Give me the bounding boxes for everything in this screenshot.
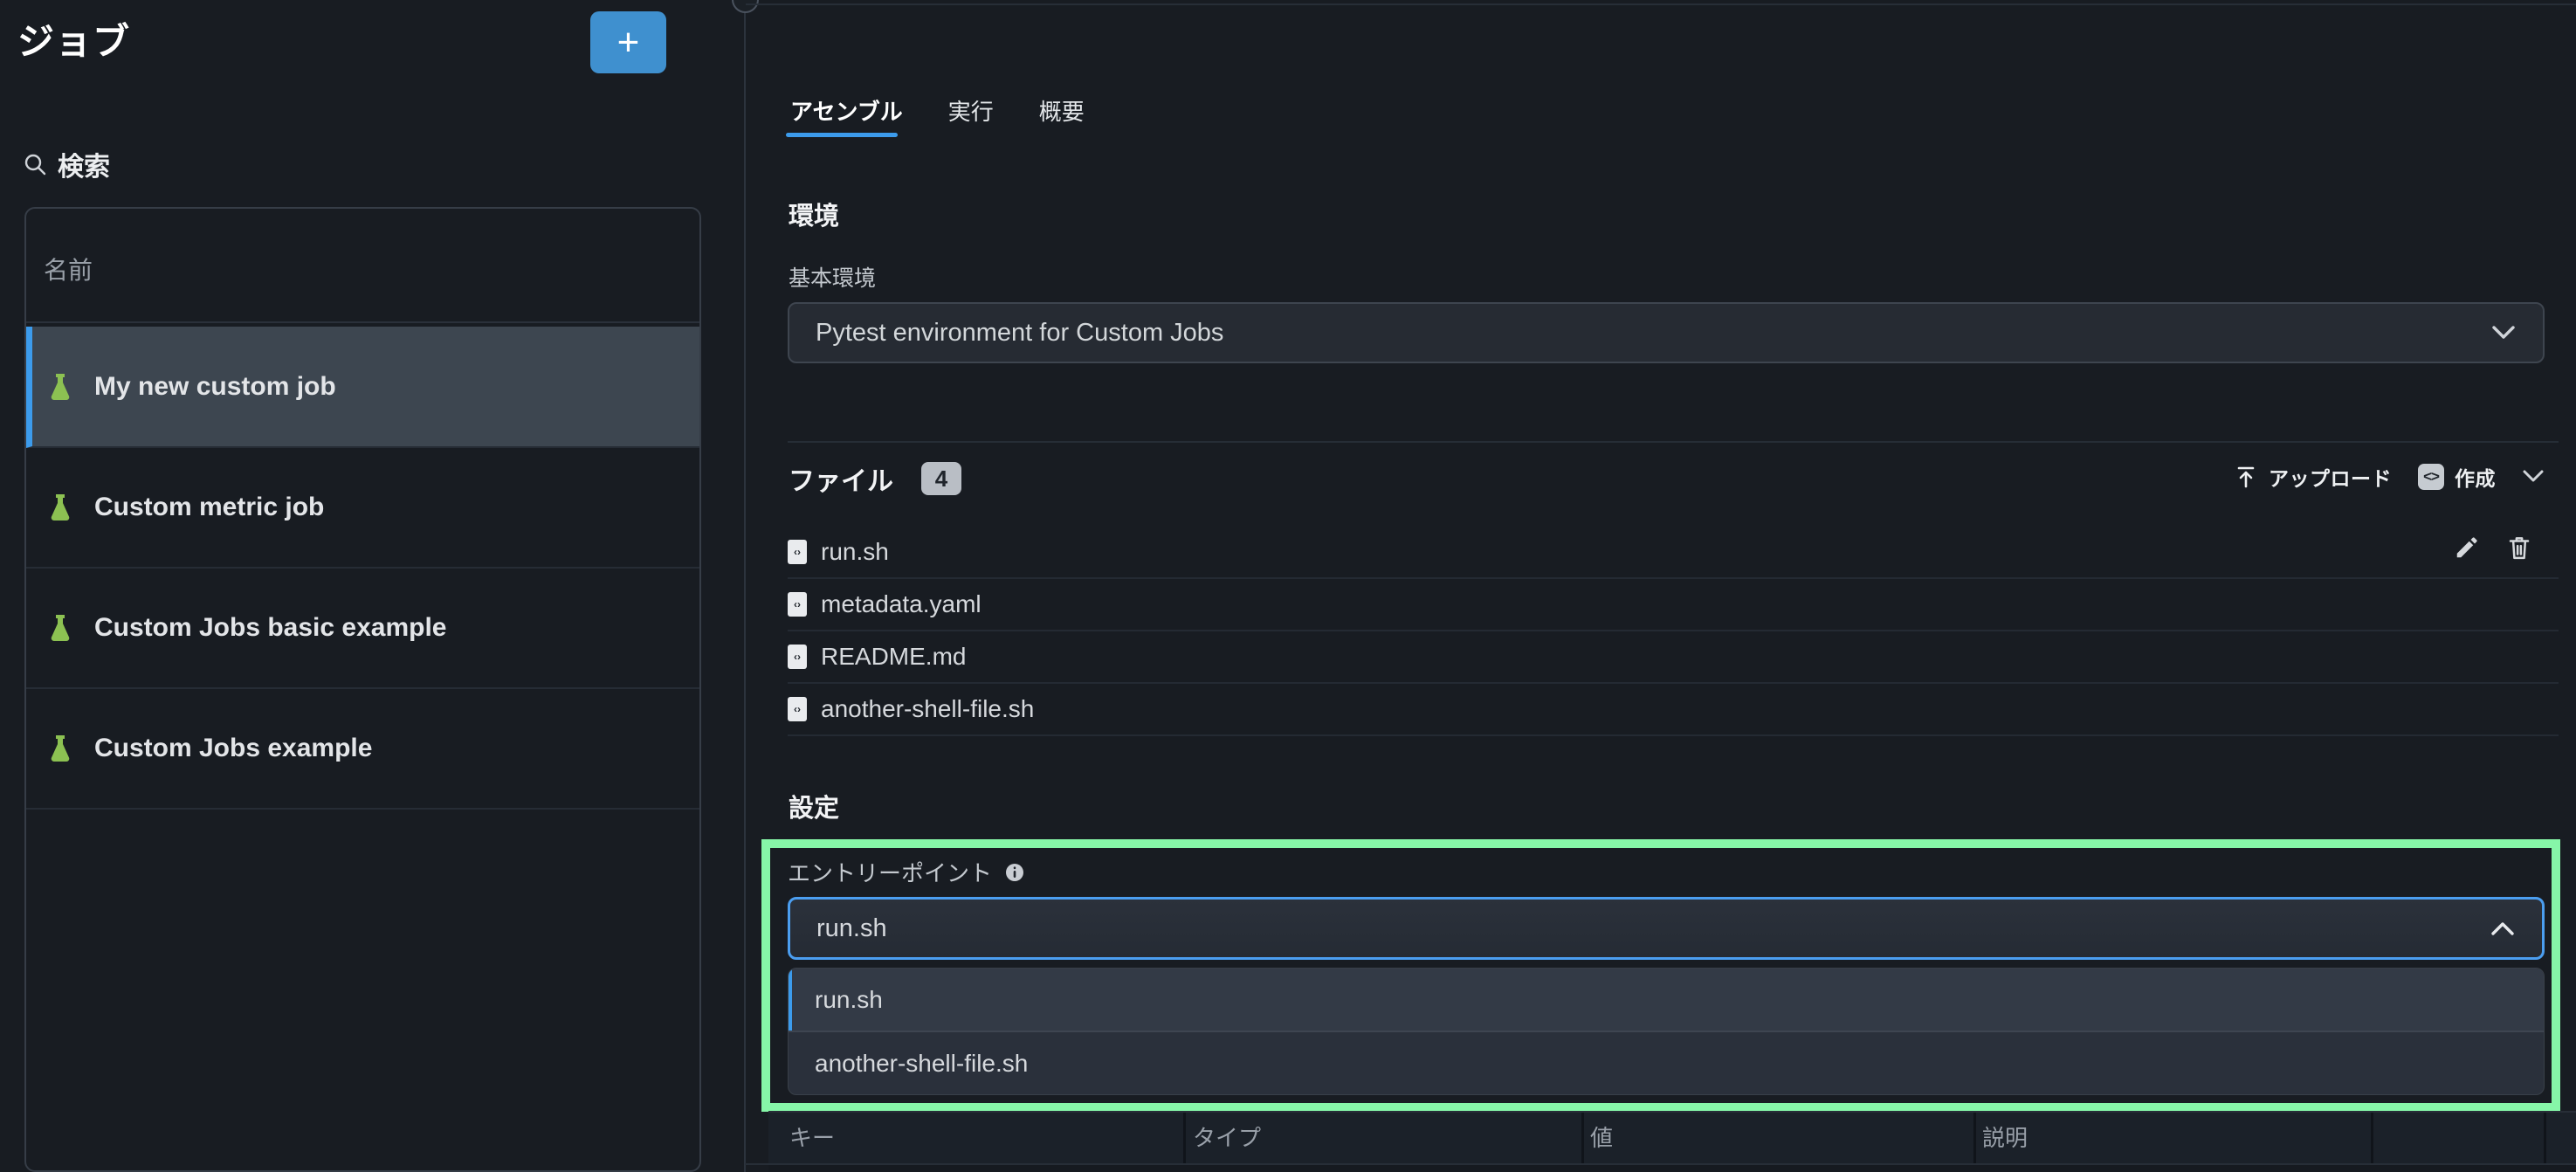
flask-icon [49, 493, 72, 521]
settings-heading: 設定 [789, 788, 839, 824]
edit-file-button[interactable] [2454, 534, 2480, 561]
flask-icon [49, 614, 72, 642]
tab-run[interactable]: 実行 [948, 94, 994, 127]
column-divider [2544, 1113, 2546, 1163]
job-list-item-selected[interactable]: My new custom job [26, 327, 699, 448]
files-heading: ファイル [789, 459, 893, 498]
column-header-type: タイプ [1193, 1113, 1261, 1163]
table-first-row-edge [768, 1165, 2576, 1172]
tab-overview[interactable]: 概要 [1039, 94, 1085, 127]
file-name: metadata.yaml [821, 590, 981, 618]
job-name: My new custom job [94, 372, 336, 402]
files-toolbar: アップロード <> 作成 [2234, 458, 2545, 496]
file-name: another-shell-file.sh [821, 695, 1034, 723]
base-environment-value: Pytest environment for Custom Jobs [816, 319, 2490, 348]
job-name: Custom metric job [94, 493, 324, 522]
column-header-key: キー [789, 1113, 835, 1163]
delete-file-button[interactable] [2506, 534, 2532, 561]
file-row-actions [2454, 534, 2532, 561]
file-row[interactable]: ‹› another-shell-file.sh [788, 684, 2559, 736]
files-count-badge: 4 [921, 462, 961, 495]
job-list-name-header: 名前 [44, 252, 93, 286]
entrypoint-value: run.sh [816, 914, 2490, 943]
file-icon: ‹› [788, 697, 807, 721]
create-file-button[interactable]: <> 作成 [2418, 462, 2496, 492]
selected-option-indicator [789, 969, 792, 1031]
column-divider [2371, 1113, 2373, 1163]
file-code-icon: <> [2418, 464, 2444, 490]
chevron-down-icon [2490, 323, 2517, 342]
file-icon: ‹› [788, 592, 807, 617]
entrypoint-input[interactable]: run.sh [788, 897, 2545, 960]
upload-icon [2234, 465, 2258, 489]
upload-button[interactable]: アップロード [2234, 462, 2392, 492]
flask-icon [49, 373, 72, 401]
job-name: Custom Jobs example [94, 734, 372, 763]
file-icon: ‹› [788, 540, 807, 564]
main-tabs: アセンブル 実行 概要 [790, 94, 1085, 127]
base-environment-label: 基本環境 [789, 261, 876, 293]
sidebar-collapse-handle[interactable] [732, 0, 759, 13]
file-icon: ‹› [788, 645, 807, 669]
job-list-item[interactable]: Custom Jobs basic example [26, 569, 699, 689]
entrypoint-label: エントリーポイント [788, 856, 992, 888]
add-job-button[interactable]: + [590, 11, 666, 73]
search-label: 検索 [58, 145, 110, 183]
tab-assemble[interactable]: アセンブル [790, 94, 903, 127]
file-name: run.sh [821, 538, 889, 566]
files-section-divider [788, 441, 2559, 443]
column-divider [1581, 1113, 1584, 1163]
dropdown-option-label: run.sh [815, 986, 883, 1014]
environment-heading: 環境 [789, 196, 839, 232]
info-icon[interactable] [1004, 862, 1025, 883]
files-heading-row: ファイル 4 [789, 459, 961, 498]
column-header-description: 説明 [1982, 1113, 2028, 1163]
file-name: README.md [821, 643, 966, 671]
job-name: Custom Jobs basic example [94, 613, 446, 643]
upload-button-label: アップロード [2269, 462, 2392, 492]
sidebar-main-divider[interactable] [744, 0, 746, 1172]
job-search[interactable]: 検索 [23, 145, 110, 183]
dropdown-option-selected[interactable]: run.sh [789, 969, 2544, 1032]
search-icon [23, 152, 47, 176]
flask-icon [49, 734, 72, 762]
job-list-item[interactable]: Custom Jobs example [26, 689, 699, 810]
dropdown-option-label: another-shell-file.sh [815, 1050, 1028, 1078]
column-divider [1183, 1113, 1186, 1163]
plus-icon: + [617, 24, 640, 62]
create-button-label: 作成 [2455, 462, 2496, 492]
page-title: ジョブ [17, 12, 130, 65]
base-environment-select[interactable]: Pytest environment for Custom Jobs [788, 302, 2545, 363]
chevron-up-icon [2490, 919, 2516, 938]
jobs-page: ジョブ + 検索 名前 My new custom job Custom met… [0, 0, 2576, 1172]
file-row[interactable]: ‹› run.sh [788, 527, 2559, 579]
entrypoint-label-row: エントリーポイント [788, 856, 1025, 888]
entrypoint-dropdown: run.sh another-shell-file.sh [788, 968, 2545, 1095]
main-top-border [746, 3, 2576, 5]
parameters-table-header: キー タイプ 値 説明 [768, 1111, 2576, 1163]
column-header-value: 値 [1590, 1113, 1613, 1163]
active-tab-indicator [786, 133, 898, 137]
job-list-item[interactable]: Custom metric job [26, 448, 699, 569]
file-row[interactable]: ‹› metadata.yaml [788, 579, 2559, 631]
dropdown-option[interactable]: another-shell-file.sh [789, 1032, 2544, 1094]
file-row[interactable]: ‹› README.md [788, 631, 2559, 684]
job-list-header-divider [26, 321, 699, 323]
create-menu-chevron-down-icon[interactable] [2522, 468, 2545, 486]
column-divider [1973, 1113, 1976, 1163]
